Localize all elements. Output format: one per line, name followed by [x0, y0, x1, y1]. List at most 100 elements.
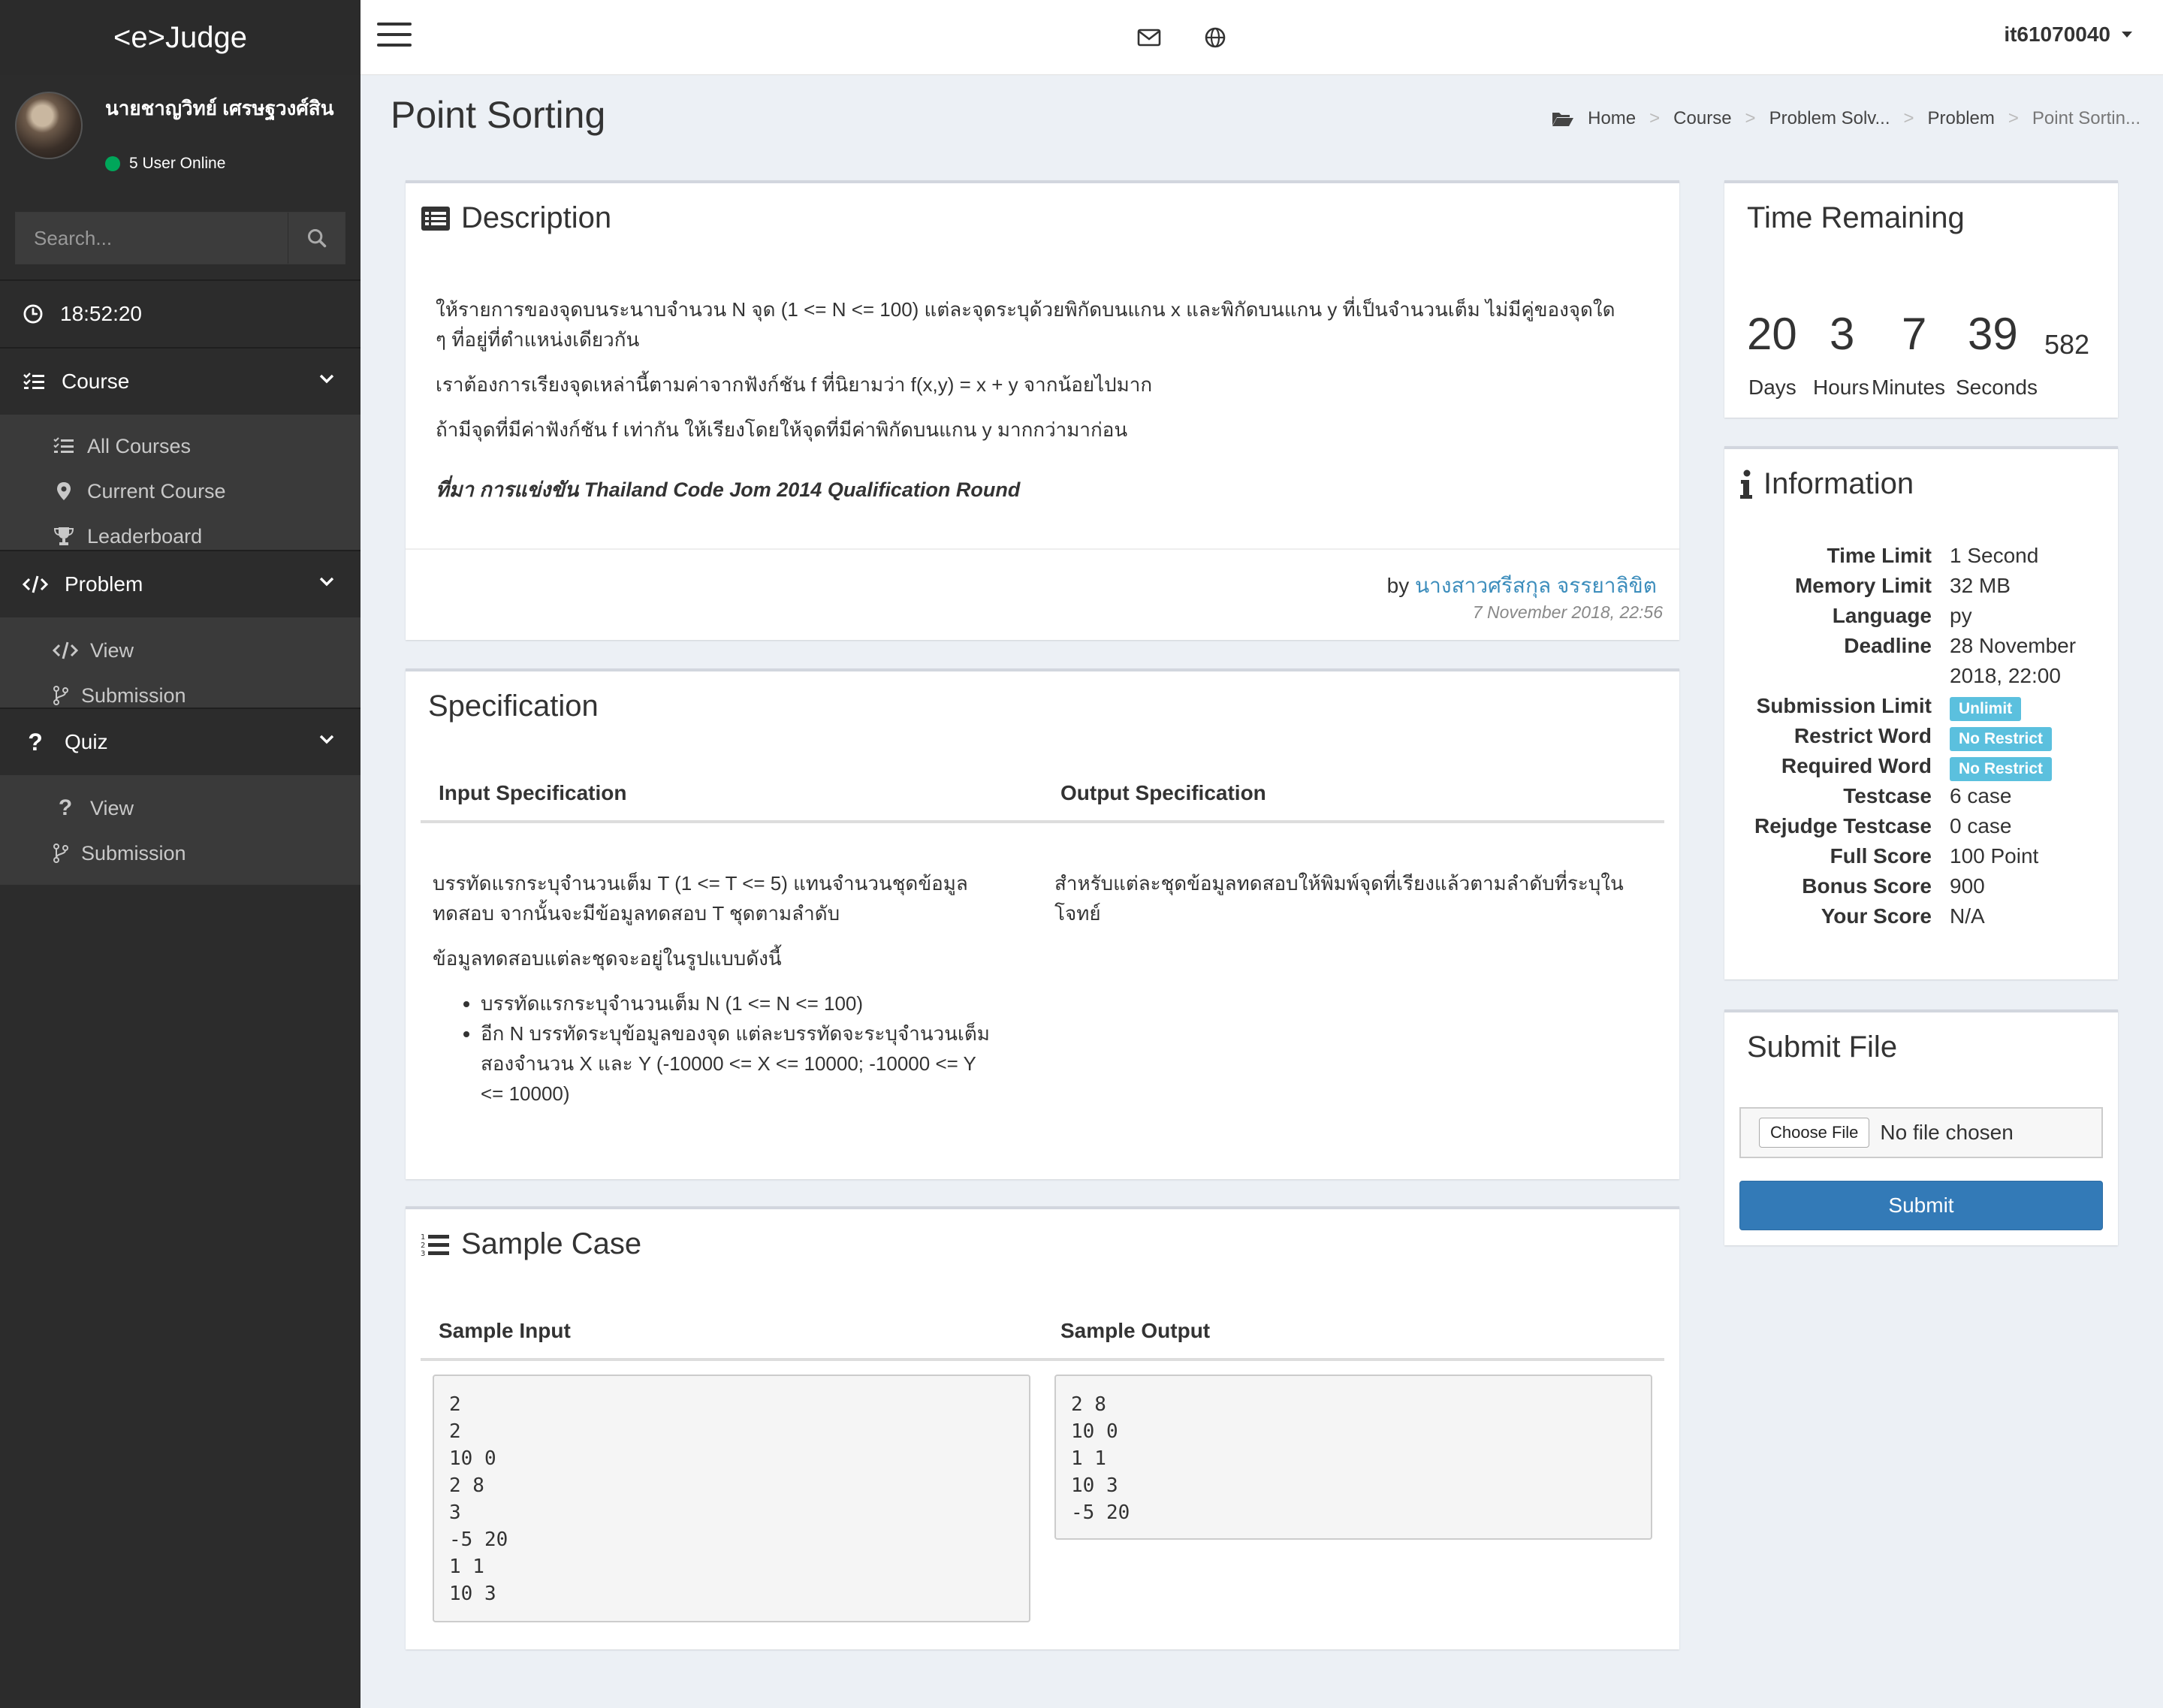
days-label: Days	[1748, 376, 1796, 399]
sample-input-block[interactable]: 2 2 10 0 2 8 3 -5 20 1 1 10 3	[433, 1375, 1030, 1622]
info-row: Submission Limit Unlimit	[1724, 694, 2115, 724]
sample-case-title-text: Sample Case	[461, 1227, 642, 1260]
sidebar-item-label: Leaderboard	[87, 524, 203, 548]
breadcrumb-course[interactable]: Course	[1673, 108, 1731, 129]
submit-button[interactable]: Submit	[1739, 1181, 2103, 1230]
author-link[interactable]: นางสาวศรีสกุล จรรยาลิขิต	[1415, 574, 1657, 597]
info-key: Restrict Word	[1793, 724, 1932, 747]
time-remaining-box: Time Remaining 20 3 7 39 582 Days Hours …	[1724, 180, 2118, 418]
input-spec-line-1: บรรทัดแรกระบุจำนวนเต็ม T (1 <= T <= 5) แ…	[433, 872, 968, 895]
username: it61070040	[2004, 23, 2110, 46]
question-icon: ?	[28, 728, 43, 756]
trophy-icon	[53, 527, 74, 545]
list-icon	[53, 437, 74, 453]
menu-problem-toggle[interactable]: Problem	[0, 551, 360, 617]
info-key: Bonus Score	[1802, 874, 1932, 898]
info-key: Deadline	[1844, 634, 1932, 657]
submenu-course: All Courses Current Course Leaderboard	[0, 415, 360, 565]
info-value: 900	[1950, 874, 1985, 898]
bullet-line: สองจำนวน X และ Y (-10000 <= X <= 10000; …	[481, 1052, 976, 1075]
breadcrumb-problem[interactable]: Problem	[1928, 108, 1995, 129]
chevron-down-icon	[319, 735, 334, 744]
sidebar-item-label: View	[90, 796, 134, 819]
info-key: Memory Limit	[1794, 574, 1932, 597]
description-line-3: ถ้ามีจุดที่มีค่าฟังก์ชัน f เท่ากัน ให้เร…	[436, 418, 1128, 441]
info-value: N/A	[1950, 904, 1985, 928]
search-button[interactable]	[288, 213, 345, 264]
divider	[406, 548, 1679, 550]
chevron-down-icon	[319, 577, 334, 587]
info-row: 2018, 22:00	[1724, 664, 2115, 694]
menu-course-toggle[interactable]: Course	[0, 349, 360, 415]
seconds-value: 39	[1968, 309, 2018, 359]
list-alt-icon	[421, 206, 450, 231]
description-box: Description ให้รายการของจุดบนระนาบจำนวน …	[406, 180, 1679, 640]
menu-quiz-label: Quiz	[65, 730, 108, 753]
info-key: Required Word	[1781, 754, 1932, 777]
info-row: Bonus Score 900	[1724, 874, 2115, 904]
svg-text:1: 1	[421, 1233, 425, 1242]
globe-icon[interactable]	[1203, 23, 1227, 53]
info-icon	[1740, 469, 1752, 499]
breadcrumb-problem-solving[interactable]: Problem Solv...	[1769, 108, 1890, 129]
caret-down-icon	[2122, 32, 2132, 38]
submit-file-title: Submit File	[1747, 1031, 1898, 1064]
breadcrumb: Home > Course > Problem Solv... > Proble…	[1552, 108, 2140, 129]
file-input[interactable]: Choose File No file chosen	[1739, 1107, 2103, 1158]
list-check-icon	[23, 373, 44, 389]
sample-output-block[interactable]: 2 8 10 0 1 1 10 3 -5 20	[1054, 1375, 1652, 1540]
breadcrumb-current: Point Sortin...	[2032, 108, 2140, 128]
menu-quiz-toggle[interactable]: ? Quiz	[0, 709, 360, 775]
code-icon	[53, 641, 78, 659]
status-badge: No Restrict	[1950, 757, 2053, 781]
sidebar-item-label: Submission	[81, 841, 186, 865]
sample-output-header: Sample Output	[1060, 1319, 1211, 1342]
breadcrumb-separator: >	[2008, 108, 2019, 128]
description-date: 7 November 2018, 22:56	[1472, 602, 1663, 622]
clock-time: 18:52:20	[60, 302, 142, 325]
output-spec-line-1: สำหรับแต่ละชุดข้อมูลทดสอบให้พิมพ์จุดที่เ…	[1054, 872, 1624, 895]
user-menu[interactable]: it61070040	[2004, 23, 2133, 47]
sidebar-item-quiz-submission[interactable]: Submission	[0, 831, 360, 876]
bullet-line: <= 10000)	[481, 1082, 570, 1105]
list-item: อีก N บรรทัดระบุข้อมูลของจุด แต่ละบรรทัด…	[481, 1018, 990, 1109]
file-status: No file chosen	[1880, 1121, 2014, 1144]
menu-problem-label: Problem	[65, 572, 143, 596]
days-value: 20	[1747, 309, 1797, 359]
sidebar-item-all-courses[interactable]: All Courses	[0, 424, 360, 469]
divider	[421, 1358, 1664, 1361]
info-row: Time Limit 1 Second	[1724, 544, 2115, 574]
divider	[421, 820, 1664, 823]
input-spec-header: Input Specification	[439, 781, 627, 804]
info-row: Your Score N/A	[1724, 904, 2115, 934]
menu-problem: Problem View Submission	[0, 551, 360, 727]
input-spec-list: บรรทัดแรกระบุจำนวนเต็ม N (1 <= N <= 100)…	[451, 988, 990, 1109]
user-name: นายชาญวิทย์ เศรษฐวงศ์สิน	[105, 97, 334, 119]
breadcrumb-home[interactable]: Home	[1588, 108, 1636, 129]
user-status-text: 5 User Online	[129, 155, 226, 172]
code-branch-icon	[53, 686, 68, 705]
description-line-1: ให้รายการของจุดบนระนาบจำนวน N จุด (1 <= …	[436, 298, 1615, 321]
menu-toggle-button[interactable]	[377, 23, 412, 53]
app-logo[interactable]: <e>Judge	[0, 0, 360, 75]
sidebar-item-problem-view[interactable]: View	[0, 628, 360, 673]
info-key: Your Score	[1821, 904, 1932, 928]
page-title: Point Sorting	[391, 94, 606, 136]
search-form	[15, 212, 345, 264]
output-spec-header: Output Specification	[1060, 781, 1266, 804]
input-spec-line-2: ทดสอบ จากนั้นจะมีข้อมูลทดสอบ T ชุดตามลำด…	[433, 902, 840, 925]
information-title-text: Information	[1763, 467, 1914, 500]
sidebar-item-current-course[interactable]: Current Course	[0, 469, 360, 514]
info-row: Memory Limit 32 MB	[1724, 574, 2115, 604]
code-branch-icon	[53, 843, 68, 863]
sidebar-item-quiz-view[interactable]: ? View	[0, 786, 360, 831]
clock: 18:52:20	[0, 281, 360, 347]
info-key: Testcase	[1843, 784, 1932, 807]
description-line-2: เราต้องการเรียงจุดเหล่านี้ตามค่าจากฟังก์…	[436, 373, 1153, 396]
mail-icon[interactable]	[1137, 23, 1161, 53]
choose-file-button[interactable]: Choose File	[1759, 1118, 1870, 1148]
topbar: it61070040	[360, 0, 2163, 75]
online-indicator-icon	[105, 156, 120, 171]
search-input[interactable]	[16, 213, 288, 264]
specification-box: Specification Input Specification Output…	[406, 668, 1679, 1179]
